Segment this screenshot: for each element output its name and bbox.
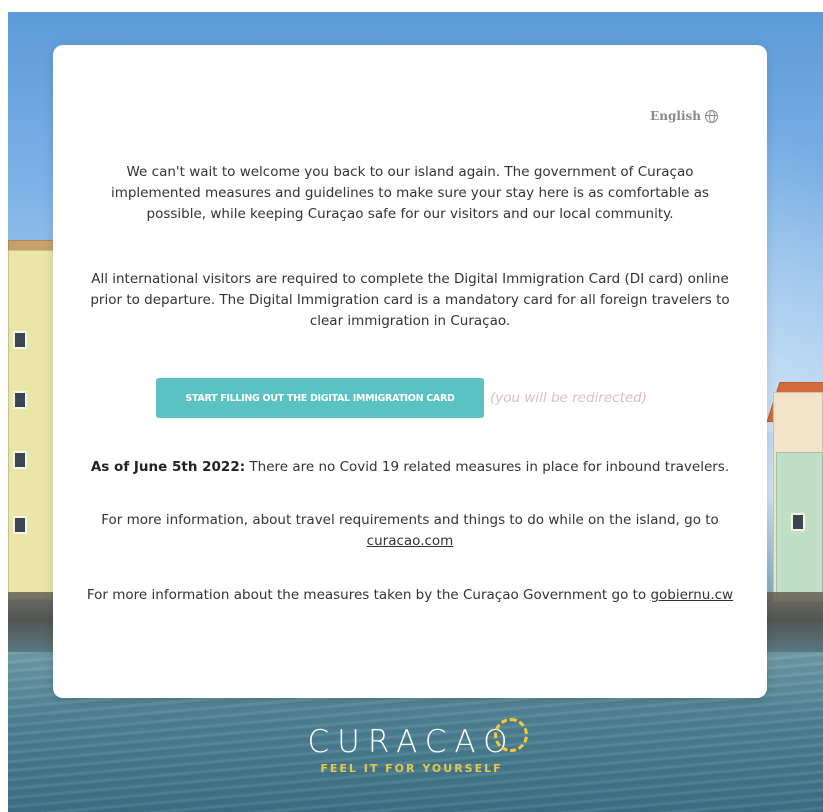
globe-icon — [705, 109, 718, 123]
language-label: English — [650, 109, 701, 123]
more-info-label: For more information, about travel requi… — [101, 512, 719, 528]
window — [13, 331, 27, 349]
covid-text: There are no Covid 19 related measures i… — [245, 459, 730, 475]
window — [13, 516, 27, 534]
window — [13, 451, 27, 469]
window — [791, 513, 805, 531]
building-left — [8, 250, 54, 600]
gov-info-label: For more information about the measures … — [86, 587, 651, 603]
redirect-note: (you will be redirected) — [490, 390, 648, 406]
gobiernu-link[interactable]: gobiernu.cw — [650, 587, 733, 603]
language-selector[interactable]: English — [650, 109, 718, 123]
covid-notice: As of June 5th 2022: There are no Covid … — [83, 457, 737, 478]
cta-row: START FILLING OUT THE DIGITAL IMMIGRATIO… — [156, 378, 647, 418]
window — [13, 391, 27, 409]
start-di-card-button[interactable]: START FILLING OUT THE DIGITAL IMMIGRATIO… — [156, 378, 484, 418]
curacao-com-link[interactable]: curacao.com — [367, 533, 454, 549]
covid-date: As of June 5th 2022: — [90, 459, 246, 475]
info-card: English We can't wait to welcome you bac… — [53, 45, 767, 698]
intro-text: We can't wait to welcome you back to our… — [110, 164, 710, 222]
gov-info-text: For more information about the measures … — [83, 585, 737, 606]
sun-icon — [493, 718, 528, 752]
logo-text: CURACAO — [307, 724, 516, 760]
requirement-text: All international visitors are required … — [90, 271, 730, 329]
building-right-green — [776, 452, 823, 602]
logo-tagline: FEEL IT FOR YOURSELF — [320, 762, 503, 775]
logo-wordmark: CURACAO — [307, 718, 528, 760]
more-info-text: For more information, about travel requi… — [83, 510, 737, 552]
curacao-logo: CURACAO FEEL IT FOR YOURSELF — [0, 718, 823, 775]
